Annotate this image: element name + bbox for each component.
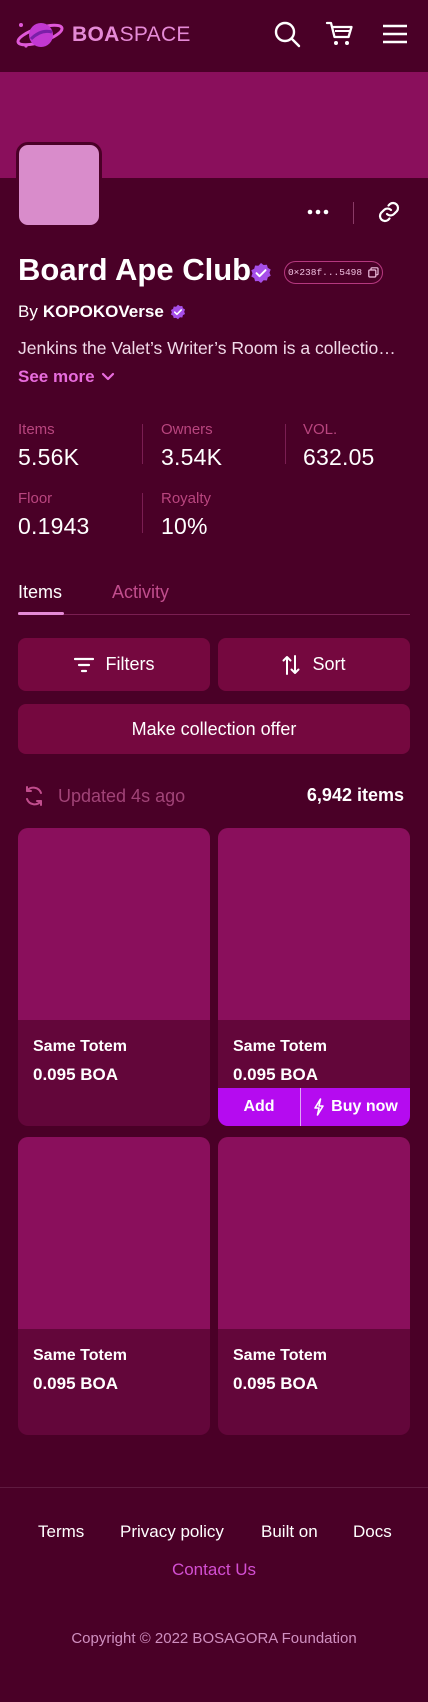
creator-line: By KOPOKOVerse [18, 302, 186, 322]
stat-divider [285, 424, 286, 464]
sort-button[interactable]: Sort [218, 638, 410, 691]
more-dots-icon [307, 209, 329, 215]
filters-button[interactable]: Filters [18, 638, 210, 691]
updated-status: Updated 4s ago [22, 784, 185, 808]
stat-volume-value: 632.05 [303, 444, 375, 470]
search-icon [274, 21, 301, 48]
stat-floor: Floor 0.1943 [18, 490, 90, 540]
chevron-down-icon [101, 372, 114, 381]
nft-image [18, 1137, 210, 1329]
tab-activity[interactable]: Activity [112, 582, 169, 603]
search-button[interactable] [271, 18, 303, 50]
stat-owners: Owners 3.54K [161, 421, 222, 471]
nft-name: Same Totem [233, 1347, 327, 1364]
nft-price: 0.095 BOA [233, 1374, 319, 1393]
brand-logo[interactable]: BOASPACE [16, 16, 191, 54]
stat-volume-label: VOL. [303, 421, 338, 438]
nft-card[interactable]: Same Totem 0.095 BOA Add Buy now [218, 828, 410, 1126]
add-to-cart-button[interactable]: Add [218, 1088, 301, 1126]
verified-icon [251, 263, 271, 283]
nft-card[interactable]: Same Totem 0.095 BOA [218, 1137, 410, 1435]
nft-price: 0.095 BOA [233, 1065, 319, 1084]
sort-label: Sort [312, 654, 346, 674]
menu-button[interactable] [379, 18, 411, 50]
stat-volume: VOL. 632.05 [303, 421, 375, 471]
updated-label: Updated 4s ago [58, 785, 186, 806]
nft-price: 0.095 BOA [33, 1065, 119, 1084]
contact-us-link[interactable]: Contact Us [172, 1560, 256, 1579]
nft-image [18, 828, 210, 1020]
footer-link-terms[interactable]: Terms [38, 1522, 84, 1542]
verified-badge [250, 262, 272, 289]
collection-description: Jenkins the Valet’s Writer’s Room is a c… [18, 338, 398, 358]
stat-divider [142, 493, 143, 533]
tab-divider [18, 614, 410, 615]
buy-now-button[interactable]: Buy now [301, 1088, 410, 1126]
action-divider [353, 202, 354, 224]
by-label: By [18, 302, 38, 321]
stat-floor-value: 0.1943 [18, 513, 90, 539]
brand-name-light: SPACE [119, 23, 191, 46]
creator-link[interactable]: KOPOKOVerse [43, 302, 164, 322]
stat-items: Items 5.56K [18, 421, 79, 471]
stat-owners-label: Owners [161, 421, 213, 438]
footer-link-built-on[interactable]: Built on [261, 1522, 318, 1542]
tab-items[interactable]: Items [18, 582, 62, 603]
contract-address-chip[interactable]: 0×238f...5498 [284, 261, 383, 284]
refresh-icon[interactable] [22, 784, 46, 808]
stat-owners-value: 3.54K [161, 444, 223, 470]
brand-name-bold: BOA [72, 23, 120, 46]
nft-image [218, 828, 410, 1020]
cart-button[interactable] [324, 18, 356, 50]
filters-label: Filters [105, 654, 155, 674]
lightning-icon [314, 1098, 324, 1116]
nft-image [218, 1137, 410, 1329]
active-tab-indicator [18, 612, 64, 615]
filter-icon [73, 657, 94, 672]
nft-card[interactable]: Same Totem 0.095 BOA [18, 828, 210, 1126]
nft-name: Same Totem [33, 1038, 127, 1055]
sort-icon [282, 654, 300, 675]
items-count: 6,942 items [306, 785, 404, 805]
stat-floor-label: Floor [18, 490, 53, 507]
make-collection-offer-button[interactable]: Make collection offer [18, 704, 410, 754]
see-more-label: See more [18, 367, 95, 386]
top-header: BOASPACE [0, 0, 428, 72]
nft-price: 0.095 BOA [33, 1374, 119, 1393]
stat-royalty-label: Royalty [161, 490, 212, 507]
collection-title: Board Ape Club [18, 252, 252, 287]
more-options-button[interactable] [300, 196, 336, 228]
nft-name: Same Totem [233, 1038, 327, 1055]
nft-name: Same Totem [33, 1347, 127, 1364]
stat-royalty: Royalty 10% [161, 490, 211, 540]
footer-divider [0, 1487, 428, 1488]
stat-items-label: Items [18, 421, 55, 438]
footer-link-privacy[interactable]: Privacy policy [120, 1522, 224, 1542]
menu-icon [383, 24, 407, 44]
stat-items-value: 5.56K [18, 444, 80, 470]
stat-divider [142, 424, 143, 464]
contract-address: 0×238f...5498 [287, 267, 363, 278]
nft-card[interactable]: Same Totem 0.095 BOA [18, 1137, 210, 1435]
copyright: Copyright © 2022 BOSAGORA Foundation [71, 1630, 357, 1647]
cart-icon [325, 21, 353, 45]
copy-link-button[interactable] [372, 196, 406, 228]
see-more-button[interactable]: See more [18, 367, 115, 387]
footer-link-docs[interactable]: Docs [353, 1522, 392, 1542]
contact-row: Contact Us [0, 1560, 428, 1580]
stat-royalty-value: 10% [161, 513, 208, 539]
collection-avatar [16, 142, 102, 228]
copy-icon [368, 267, 379, 278]
planet-logo-icon [16, 23, 64, 48]
link-icon [378, 201, 400, 223]
creator-verified-icon [170, 304, 185, 320]
buy-now-label: Buy now [331, 1098, 398, 1115]
card-actions: Add Buy now [218, 1088, 410, 1126]
